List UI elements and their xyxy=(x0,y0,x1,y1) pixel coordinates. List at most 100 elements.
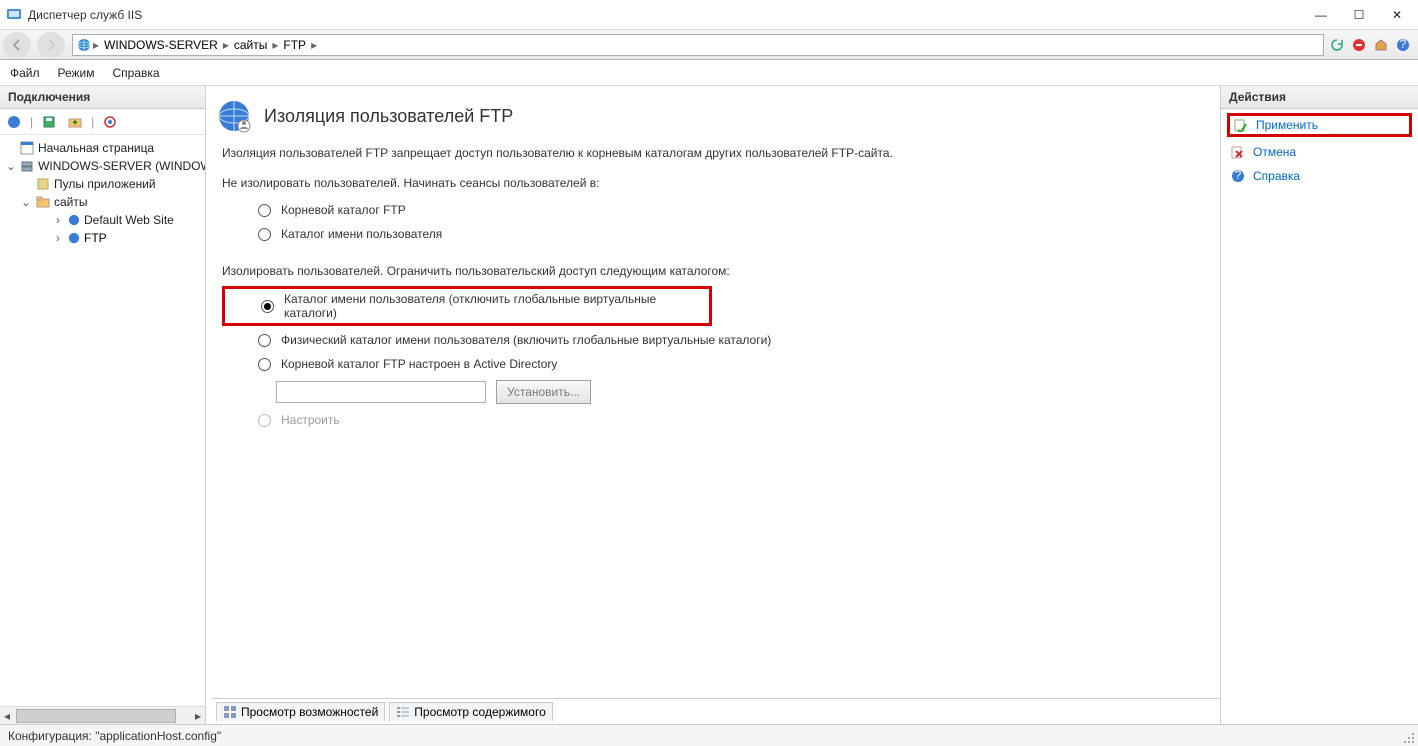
scroll-left-icon[interactable]: ◂ xyxy=(0,708,14,724)
radio-active-directory[interactable]: Корневой каталог FTP настроен в Active D… xyxy=(222,352,1210,376)
tree-ftp-site[interactable]: › FTP xyxy=(2,229,203,247)
chevron-right-icon: ▸ xyxy=(272,38,278,52)
group-isolate-label: Изолировать пользователей. Ограничить по… xyxy=(222,264,1210,278)
forward-button[interactable] xyxy=(37,32,65,58)
server-icon xyxy=(20,159,34,173)
radio-icon xyxy=(258,358,271,371)
feature-panel: Изоляция пользователей FTP Изоляция поль… xyxy=(206,86,1220,724)
chevron-right-icon: ▸ xyxy=(223,38,229,52)
scroll-right-icon[interactable]: ▸ xyxy=(191,708,205,724)
connections-header: Подключения xyxy=(0,86,205,109)
tree-app-pools[interactable]: Пулы приложений xyxy=(2,175,203,193)
chevron-right-icon: ▸ xyxy=(93,38,99,52)
radio-custom-label: Настроить xyxy=(281,413,340,427)
tab-content-label: Просмотр содержимого xyxy=(414,705,545,719)
back-button[interactable] xyxy=(3,32,31,58)
action-apply[interactable]: Применить xyxy=(1227,113,1412,137)
menu-help[interactable]: Справка xyxy=(113,66,160,80)
breadcrumb-sites[interactable]: сайты xyxy=(231,38,271,52)
collapse-icon[interactable]: ⌄ xyxy=(6,159,16,173)
resize-grip-icon[interactable] xyxy=(1402,730,1416,744)
action-help[interactable]: ? Справка xyxy=(1227,167,1412,185)
content-view-icon xyxy=(396,705,410,719)
radio-icon xyxy=(261,300,274,313)
save-icon[interactable] xyxy=(39,112,59,132)
radio-icon xyxy=(258,204,271,217)
tree-server-label: WINDOWS-SERVER (WINDOWS xyxy=(38,159,205,173)
maximize-button[interactable]: ☐ xyxy=(1352,8,1366,22)
tree-start-label: Начальная страница xyxy=(38,141,154,155)
radio-username-dir[interactable]: Каталог имени пользователя xyxy=(222,222,1210,246)
tree-server[interactable]: ⌄ WINDOWS-SERVER (WINDOWS xyxy=(2,157,203,175)
breadcrumb-ftp[interactable]: FTP xyxy=(280,38,309,52)
status-bar: Конфигурация: "applicationHost.config" xyxy=(0,724,1418,746)
radio-icon xyxy=(258,228,271,241)
group-no-isolate-label: Не изолировать пользователей. Начинать с… xyxy=(222,176,1210,190)
radio-ftp-root[interactable]: Корневой каталог FTP xyxy=(222,198,1210,222)
close-button[interactable]: ✕ xyxy=(1390,8,1404,22)
view-tabs: Просмотр возможностей Просмотр содержимо… xyxy=(212,698,1220,724)
ad-path-input[interactable] xyxy=(276,381,486,403)
radio-physical-dir[interactable]: Физический каталог имени пользователя (в… xyxy=(222,328,1210,352)
features-view-icon xyxy=(223,705,237,719)
actions-list: Применить Отмена ? Справка xyxy=(1221,109,1418,189)
tree-start-page[interactable]: Начальная страница xyxy=(2,139,203,157)
svg-text:?: ? xyxy=(1400,38,1407,51)
collapse-icon[interactable]: ⌄ xyxy=(20,195,32,209)
apply-icon xyxy=(1234,118,1248,132)
tab-content-view[interactable]: Просмотр содержимого xyxy=(389,702,552,721)
navigation-bar: ▸ WINDOWS-SERVER ▸ сайты ▸ FTP ▸ ? xyxy=(0,30,1418,60)
breadcrumb[interactable]: ▸ WINDOWS-SERVER ▸ сайты ▸ FTP ▸ xyxy=(72,34,1324,56)
set-button[interactable]: Установить... xyxy=(496,380,591,404)
expand-icon[interactable]: › xyxy=(52,213,64,227)
ad-settings-row: Установить... xyxy=(222,376,1210,408)
tree-sites-label: сайты xyxy=(54,195,88,209)
page-header: Изоляция пользователей FTP xyxy=(212,92,1220,146)
tree-horizontal-scrollbar[interactable]: ◂ ▸ xyxy=(0,706,205,724)
help-icon[interactable]: ? xyxy=(1394,36,1412,54)
folder-up-icon[interactable] xyxy=(65,112,85,132)
work-area: Подключения | | Начальная страница ⌄ WIN… xyxy=(0,86,1418,724)
radio-icon xyxy=(258,334,271,347)
nav-icons: ? xyxy=(1328,36,1418,54)
tab-features-label: Просмотр возможностей xyxy=(241,705,378,719)
actions-panel: Действия Применить Отмена ? Справка xyxy=(1220,86,1418,724)
radio-isolate-user-dir[interactable]: Каталог имени пользователя (отключить гл… xyxy=(222,286,712,326)
radio-username-label: Каталог имени пользователя xyxy=(281,227,442,241)
radio-custom: Настроить xyxy=(222,408,1210,432)
globe-icon xyxy=(77,38,91,52)
status-text: Конфигурация: "applicationHost.config" xyxy=(8,729,221,743)
action-apply-label: Применить xyxy=(1256,118,1318,132)
menu-file[interactable]: Файл xyxy=(10,66,40,80)
scrollbar-thumb[interactable] xyxy=(16,709,176,723)
page-description: Изоляция пользователей FTP запрещает дос… xyxy=(222,146,1210,160)
iis-app-icon xyxy=(6,7,22,23)
radio-ftp-root-label: Корневой каталог FTP xyxy=(281,203,406,217)
window-controls: — ☐ ✕ xyxy=(1314,8,1412,22)
refresh-connections-icon[interactable] xyxy=(100,112,120,132)
title-bar: Диспетчер служб IIS — ☐ ✕ xyxy=(0,0,1418,30)
menu-mode[interactable]: Режим xyxy=(58,66,95,80)
home-icon[interactable] xyxy=(1372,36,1390,54)
stop-icon[interactable] xyxy=(1350,36,1368,54)
refresh-icon[interactable] xyxy=(1328,36,1346,54)
radio-ad-label: Корневой каталог FTP настроен в Active D… xyxy=(281,357,557,371)
svg-text:?: ? xyxy=(1235,169,1242,182)
expand-icon[interactable]: › xyxy=(52,231,64,245)
tree-ftp-label: FTP xyxy=(84,231,107,245)
radio-isolate-user-label: Каталог имени пользователя (отключить гл… xyxy=(284,292,709,320)
tree-default-site[interactable]: › Default Web Site xyxy=(2,211,203,229)
ftp-isolation-icon xyxy=(216,98,252,134)
radio-icon xyxy=(258,414,271,427)
action-cancel-label: Отмена xyxy=(1253,145,1296,159)
folder-icon xyxy=(36,195,50,209)
breadcrumb-server[interactable]: WINDOWS-SERVER xyxy=(101,38,221,52)
globe-icon xyxy=(68,232,80,244)
connections-tree[interactable]: Начальная страница ⌄ WINDOWS-SERVER (WIN… xyxy=(0,135,205,706)
tab-features-view[interactable]: Просмотр возможностей xyxy=(216,702,385,721)
tree-sites[interactable]: ⌄ сайты xyxy=(2,193,203,211)
action-help-label: Справка xyxy=(1253,169,1300,183)
action-cancel[interactable]: Отмена xyxy=(1227,143,1412,161)
connect-icon[interactable] xyxy=(4,112,24,132)
minimize-button[interactable]: — xyxy=(1314,8,1328,22)
